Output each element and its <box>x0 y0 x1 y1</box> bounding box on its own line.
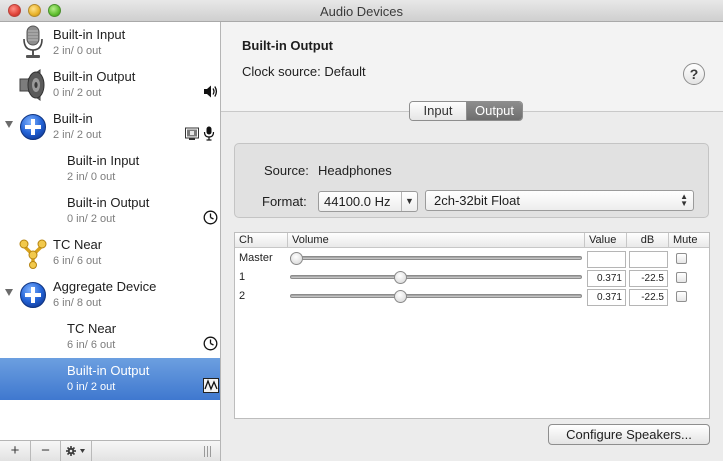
chevron-down-icon: ▼ <box>401 192 417 211</box>
device-name: Built-in Input <box>67 153 140 168</box>
device-name: Built-in Input <box>53 27 126 42</box>
sample-rate-value: 44100.0 Hz <box>324 194 391 209</box>
device-io-count: 0 in/ 2 out <box>53 87 102 99</box>
clock-source-label: Clock source: <box>242 64 321 79</box>
table-header: Ch Volume Value dB Mute <box>235 233 709 248</box>
sample-rate-select[interactable]: 44100.0 Hz ▼ <box>318 191 418 212</box>
mute-checkbox[interactable] <box>676 272 687 283</box>
device-name: Built-in <box>53 111 93 126</box>
col-volume[interactable]: Volume <box>288 233 585 248</box>
device-row[interactable]: TC Near 6 in/ 6 out <box>0 232 220 274</box>
device-row[interactable]: Built-in Output 0 in/ 2 out <box>0 64 220 106</box>
device-list: Built-in Input 2 in/ 0 out Built-in Output… <box>0 22 220 440</box>
disclosure-triangle-icon[interactable] <box>5 289 13 296</box>
device-name: TC Near <box>53 237 103 252</box>
device-name: Aggregate Device <box>53 279 157 294</box>
db-value-field[interactable]: -22.5 <box>629 289 668 306</box>
device-row[interactable]: Built-in Output 0 in/ 2 out <box>0 190 220 232</box>
device-name: Built-in Output <box>67 195 150 210</box>
device-io-count: 2 in/ 0 out <box>53 45 102 57</box>
col-mute[interactable]: Mute <box>669 233 709 248</box>
col-db[interactable]: dB <box>627 233 669 248</box>
bit-format-value: 2ch-32bit Float <box>434 193 520 208</box>
volume-value-field[interactable] <box>587 251 626 268</box>
col-ch[interactable]: Ch <box>235 233 288 248</box>
col-value[interactable]: Value <box>585 233 627 248</box>
tab-input[interactable]: Input <box>410 102 466 120</box>
channel-label: 1 <box>239 271 246 283</box>
title-bar: Audio Devices <box>0 0 723 22</box>
device-row[interactable]: Aggregate Device 6 in/ 8 out <box>0 274 220 316</box>
window-title: Audio Devices <box>319 4 404 19</box>
device-io-count: 6 in/ 6 out <box>67 339 116 351</box>
waveform-icon <box>203 378 219 393</box>
bit-format-select[interactable]: 2ch-32bit Float ▲ ▼ <box>425 190 694 211</box>
db-value-field[interactable] <box>629 251 668 268</box>
disclosure-triangle-icon[interactable] <box>5 121 13 128</box>
device-io-count: 0 in/ 2 out <box>67 381 116 393</box>
device-name: Built-in Output <box>67 363 150 378</box>
resize-grip[interactable] <box>204 446 212 457</box>
volume-slider[interactable] <box>290 294 582 298</box>
action-menu-button[interactable] <box>61 441 92 461</box>
speaker-icon <box>18 68 48 105</box>
format-label: Format: <box>262 194 307 209</box>
channel-table: Ch Volume Value dB Mute Master 1 0.371 -22.… <box>234 232 710 419</box>
device-io-count: 2 in/ 0 out <box>67 171 116 183</box>
microphone-small-icon <box>203 126 218 141</box>
db-value-field[interactable]: -22.5 <box>629 270 668 287</box>
volume-slider[interactable] <box>290 256 582 260</box>
sidebar: Built-in Input 2 in/ 0 out Built-in Output… <box>0 22 221 461</box>
device-name: TC Near <box>67 321 117 336</box>
clock-icon <box>203 336 218 351</box>
device-row[interactable]: TC Near 6 in/ 6 out <box>0 316 220 358</box>
volume-slider-knob[interactable] <box>393 290 407 303</box>
clock-source: Clock source: Default <box>242 64 366 79</box>
volume-value-field[interactable]: 0.371 <box>587 289 626 306</box>
help-button[interactable]: ? <box>683 63 705 85</box>
device-title: Built-in Output <box>242 38 333 53</box>
system-output-icon <box>185 126 200 141</box>
volume-value-field[interactable]: 0.371 <box>587 270 626 287</box>
add-device-button[interactable]: + <box>0 441 31 461</box>
aggregate-plus-icon <box>19 281 47 312</box>
volume-slider-knob[interactable] <box>393 271 407 284</box>
device-io-count: 0 in/ 2 out <box>67 213 116 225</box>
tab-output[interactable]: Output <box>466 102 522 120</box>
speaker-volume-icon <box>203 84 218 99</box>
channel-label: 2 <box>239 290 246 302</box>
device-io-count: 6 in/ 8 out <box>53 297 102 309</box>
device-row[interactable]: Built-in Input 2 in/ 0 out <box>0 148 220 190</box>
device-io-count: 6 in/ 6 out <box>53 255 102 267</box>
configure-speakers-button[interactable]: Configure Speakers... <box>548 424 710 445</box>
aggregate-plus-icon <box>19 113 47 144</box>
io-tab-control: Input Output <box>409 101 523 121</box>
firewire-icon <box>18 237 48 272</box>
clock-source-value: Default <box>324 64 366 79</box>
channel-label: Master <box>239 252 273 264</box>
device-name: Built-in Output <box>53 69 136 84</box>
gear-icon <box>66 446 85 456</box>
sidebar-toolbar: + − <box>0 440 220 461</box>
up-down-arrows-icon: ▲ ▼ <box>680 192 688 208</box>
clock-icon <box>203 210 218 225</box>
microphone-icon <box>20 25 46 62</box>
mute-checkbox[interactable] <box>676 291 687 302</box>
source-value: Headphones <box>318 163 392 178</box>
remove-device-button[interactable]: − <box>31 441 61 461</box>
device-row[interactable]: Built-in Output 0 in/ 2 out <box>0 358 220 400</box>
volume-slider-knob[interactable] <box>290 252 303 265</box>
device-row[interactable]: Built-in 2 in/ 2 out <box>0 106 220 148</box>
volume-slider[interactable] <box>290 275 582 279</box>
device-detail-panel: Built-in Output Clock source: Default ? … <box>221 22 723 461</box>
source-label: Source: <box>264 163 309 178</box>
device-info-header: Built-in Output Clock source: Default ? <box>221 22 723 112</box>
mute-checkbox[interactable] <box>676 253 687 264</box>
device-row[interactable]: Built-in Input 2 in/ 0 out <box>0 22 220 64</box>
format-box: Source: Headphones Format: 44100.0 Hz ▼ … <box>234 143 709 218</box>
device-io-count: 2 in/ 2 out <box>53 129 102 141</box>
